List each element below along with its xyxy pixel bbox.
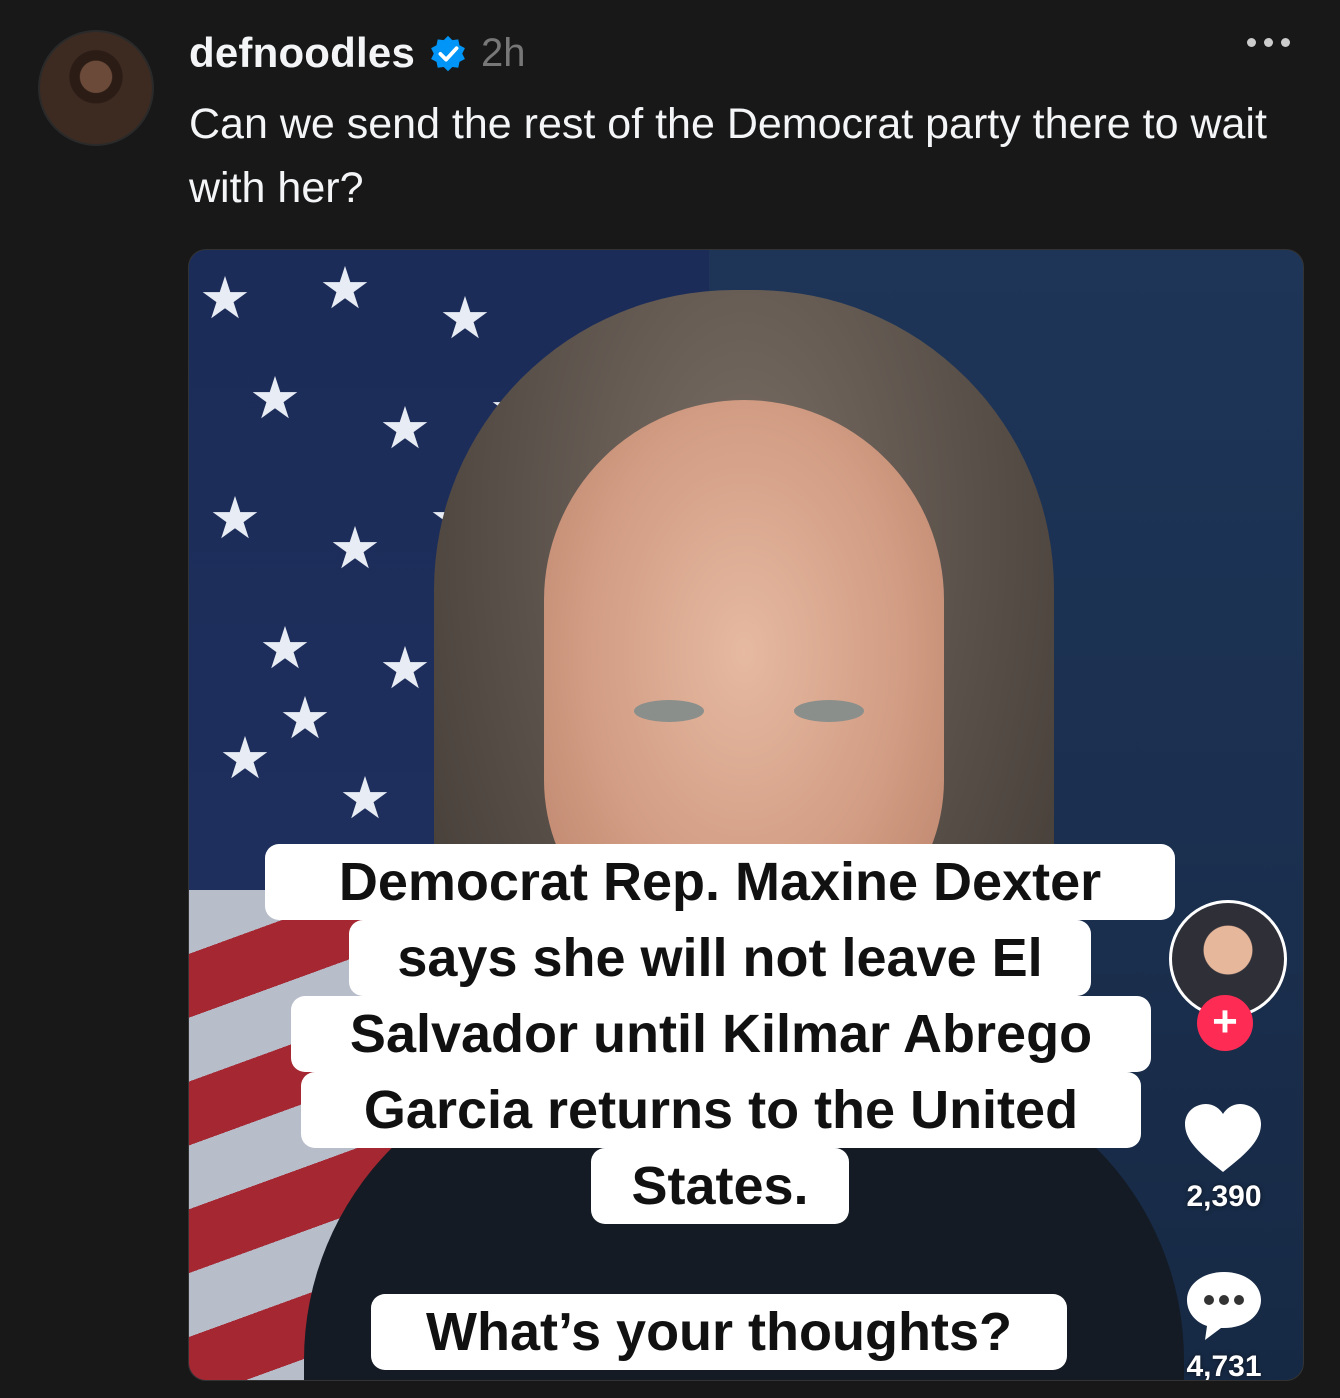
- more-options-icon[interactable]: [1247, 38, 1290, 47]
- overlay-text-line: Salvador until Kilmar Abrego: [291, 996, 1151, 1072]
- heart-icon[interactable]: [1183, 1102, 1263, 1174]
- overlay-question: What’s your thoughts?: [371, 1294, 1067, 1370]
- star-icon: ★: [379, 396, 431, 461]
- comment-count: 4,731: [1186, 1350, 1262, 1381]
- star-icon: ★: [209, 486, 261, 551]
- star-icon: ★: [379, 636, 431, 701]
- star-icon: ★: [329, 516, 381, 581]
- user-avatar[interactable]: [38, 30, 154, 146]
- overlay-text-line: Garcia returns to the United: [301, 1072, 1141, 1148]
- overlay-text-line: Democrat Rep. Maxine Dexter: [265, 844, 1175, 920]
- star-icon: ★: [339, 766, 391, 831]
- overlay-text-line: says she will not leave El: [349, 920, 1091, 996]
- overlay-text-line: States.: [591, 1148, 849, 1224]
- star-icon: ★: [219, 726, 271, 791]
- star-icon: ★: [279, 686, 331, 751]
- username[interactable]: defnoodles: [189, 29, 415, 77]
- verified-badge-icon: [431, 35, 465, 72]
- follow-plus-icon[interactable]: +: [1197, 995, 1253, 1051]
- post-image[interactable]: ★ ★ ★ ★ ★ ★ ★ ★ ★ ★ ★ ★ ★ ★ Democrat Rep…: [188, 249, 1304, 1381]
- comment-icon[interactable]: [1185, 1270, 1263, 1342]
- post-caption: Can we send the rest of the Democrat par…: [189, 100, 1267, 212]
- star-icon: ★: [259, 616, 311, 681]
- post-header: defnoodles 2h: [189, 28, 1300, 78]
- post-timestamp: 2h: [481, 30, 526, 75]
- star-icon: ★: [249, 366, 301, 431]
- star-icon: ★: [199, 266, 251, 331]
- like-count: 2,390: [1186, 1180, 1262, 1213]
- star-icon: ★: [319, 256, 371, 321]
